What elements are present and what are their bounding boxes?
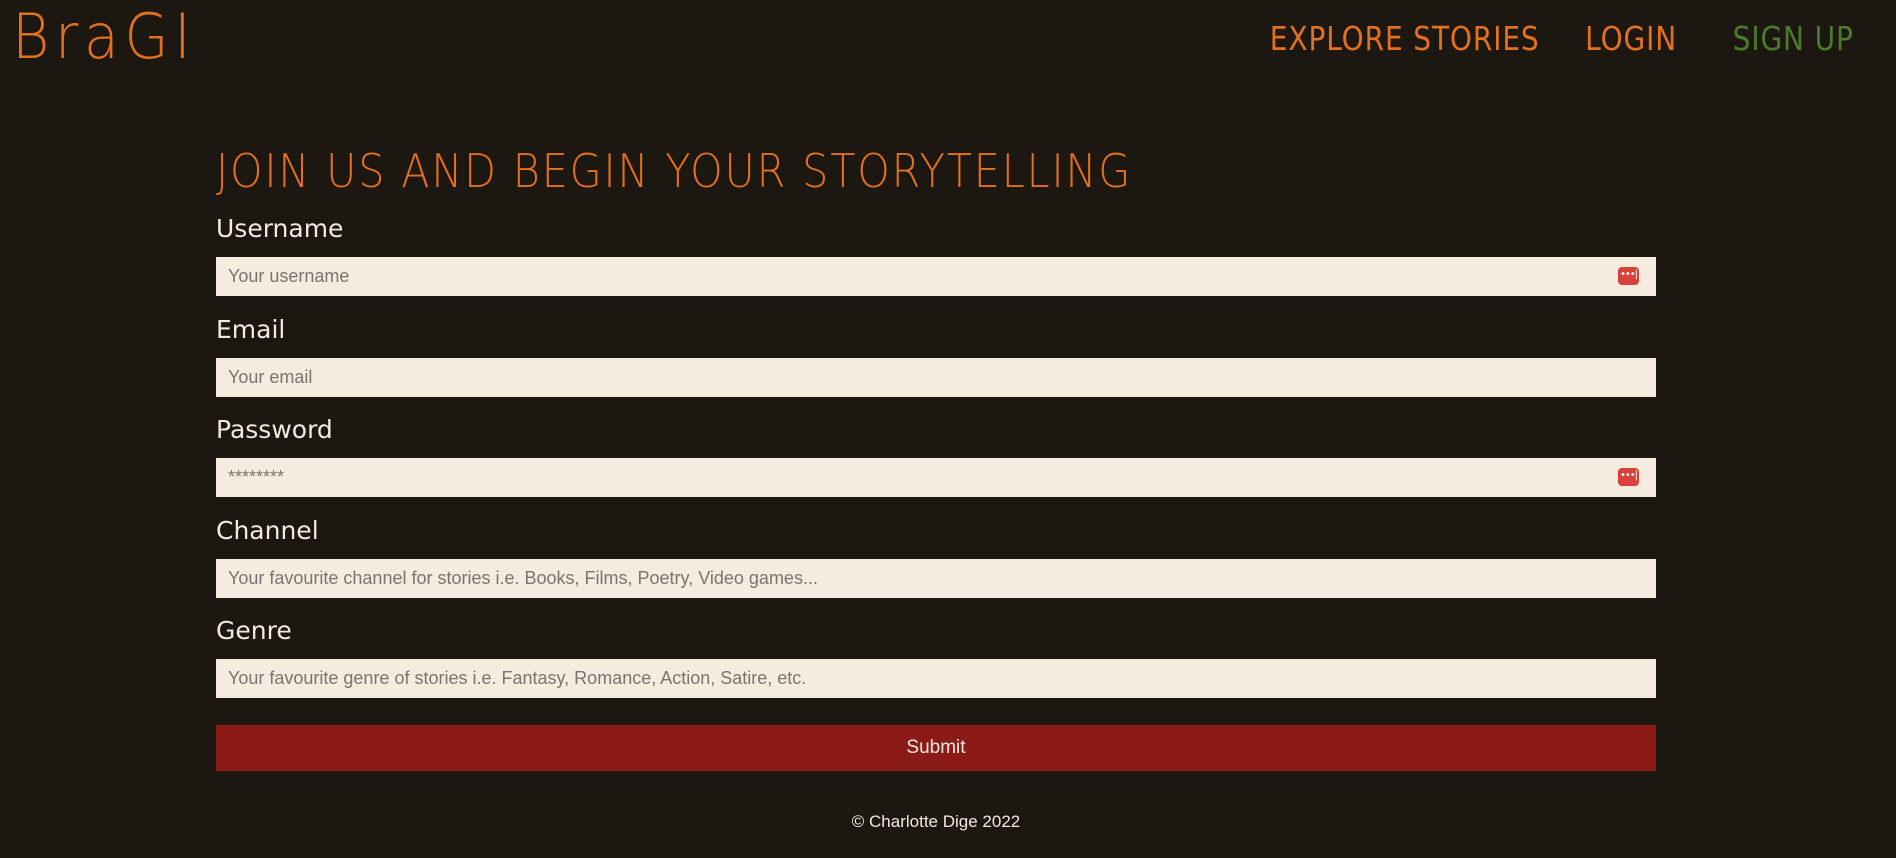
channel-label: Channel (216, 515, 319, 545)
signup-form: Username •••| Email Password •••| Channe… (216, 214, 1656, 717)
password-manager-icon[interactable]: •••| (1618, 267, 1639, 285)
password-input[interactable] (216, 458, 1656, 497)
genre-label: Genre (216, 616, 292, 645)
brand-logo[interactable]: BraGI (12, 6, 196, 68)
main-nav: EXPLORE STORIES LOGIN SIGN UP (1246, 22, 1864, 55)
submit-button[interactable]: Submit (216, 725, 1656, 771)
password-input-wrap: •••| (216, 458, 1656, 497)
footer-copyright: © Charlotte Dige 2022 (851, 812, 1021, 831)
nav-login[interactable]: LOGIN (1585, 22, 1677, 55)
channel-input-wrap (216, 558, 1656, 598)
email-input[interactable] (216, 357, 1656, 397)
password-manager-icon[interactable]: •••| (1618, 468, 1639, 486)
email-input-wrap (216, 357, 1656, 397)
channel-field-group: Channel (216, 516, 1656, 617)
dots-icon: •••| (1619, 268, 1638, 280)
email-label: Email (216, 314, 286, 344)
username-input[interactable] (216, 257, 1656, 296)
password-field-group: Password •••| (216, 415, 1656, 516)
password-label: Password (216, 415, 333, 444)
genre-input[interactable] (216, 659, 1656, 698)
nav-explore-stories[interactable]: EXPLORE STORIES (1270, 22, 1540, 55)
username-input-wrap: •••| (216, 257, 1656, 296)
dots-icon: •••| (1619, 469, 1638, 481)
page-title: JOIN US AND BEGIN YOUR STORYTELLING (216, 144, 1133, 198)
username-label: Username (216, 214, 344, 243)
nav-sign-up[interactable]: SIGN UP (1732, 22, 1853, 55)
username-field-group: Username •••| (216, 214, 1656, 315)
genre-field-group: Genre (216, 616, 1656, 717)
genre-input-wrap (216, 659, 1656, 698)
email-field-group: Email (216, 315, 1656, 416)
channel-input[interactable] (216, 558, 1656, 598)
